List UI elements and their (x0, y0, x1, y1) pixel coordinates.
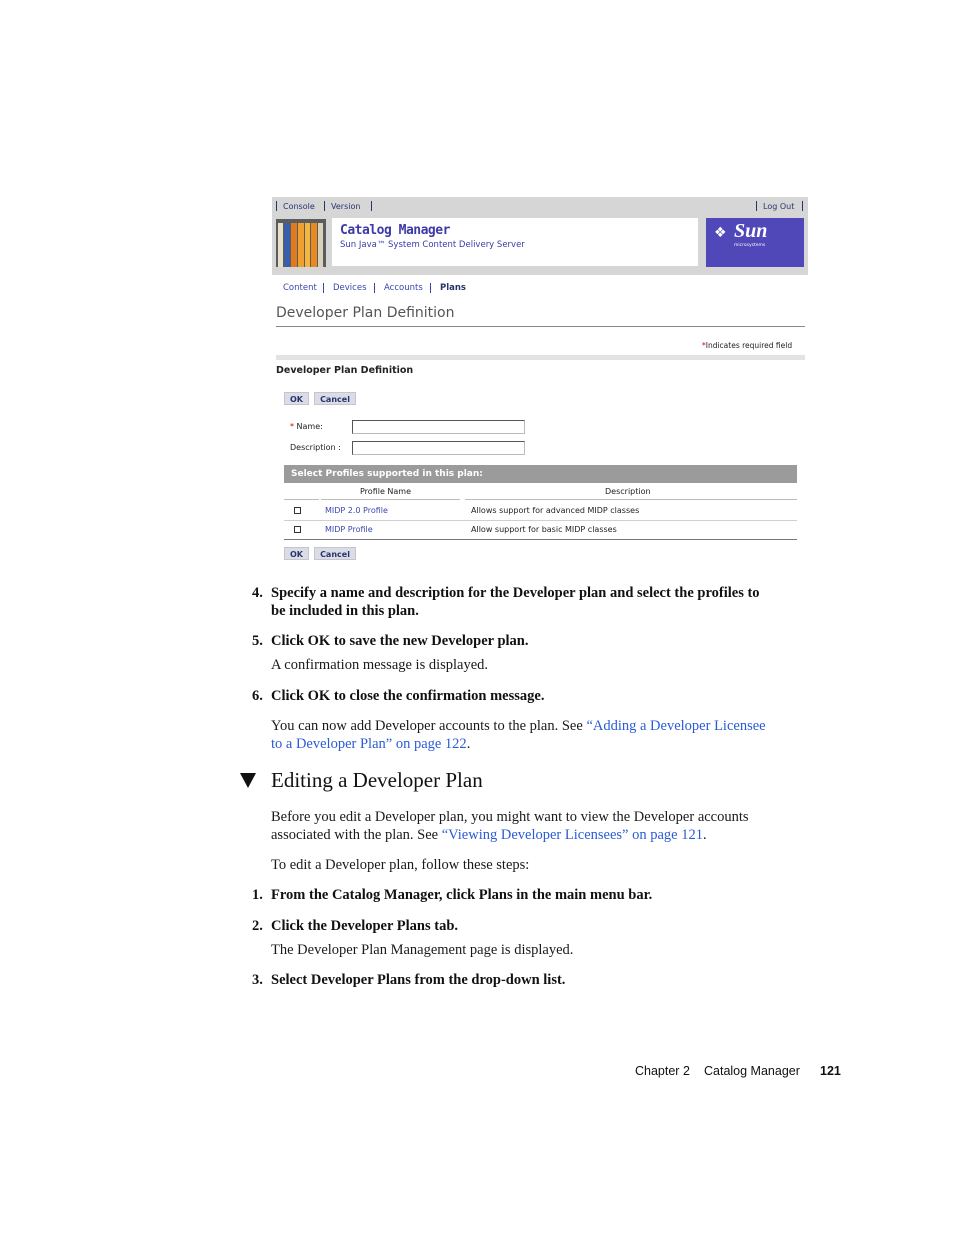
step-number: 2. (252, 918, 263, 934)
menu-content[interactable]: Content (283, 283, 317, 293)
app-title: Catalog Manager (340, 223, 450, 238)
logout-link[interactable]: Log Out (763, 202, 794, 211)
menu-separator (430, 283, 431, 293)
table-bottom-border (284, 539, 797, 540)
adding-licensee-link[interactable]: “Adding a Developer Licensee (586, 718, 765, 734)
name-label: * Name: (290, 422, 323, 431)
app-header: Catalog Manager Sun Java™ System Content… (272, 217, 808, 275)
top-separator (324, 201, 325, 211)
sun-wordmark: Sun (734, 220, 768, 242)
profile-description: Allow support for basic MIDP classes (471, 525, 617, 534)
profile-description: Allows support for advanced MIDP classes (471, 506, 640, 515)
top-separator (371, 201, 372, 211)
version-link[interactable]: Version (331, 202, 360, 211)
intro-paragraph: Before you edit a Developer plan, you mi… (271, 808, 749, 844)
menu-plans[interactable]: Plans (440, 283, 466, 293)
menu-devices[interactable]: Devices (333, 283, 367, 293)
step-text: Click OK to save the new Developer plan. (271, 633, 529, 649)
profile-checkbox[interactable] (294, 526, 301, 533)
title-divider (276, 326, 805, 327)
menu-accounts[interactable]: Accounts (384, 283, 423, 293)
description-field[interactable] (352, 441, 525, 455)
step-text: From the Catalog Manager, click Plans in… (271, 887, 653, 903)
step-5-result: A confirmation message is displayed. (271, 657, 489, 673)
paragraph-text: . (466, 736, 471, 752)
description-label: Description : (290, 443, 341, 452)
cancel-button[interactable]: Cancel (314, 392, 356, 405)
profiles-header-text: Select Profiles supported in this plan: (291, 469, 483, 479)
top-separator (276, 201, 277, 211)
paragraph-text: You can now add Developer accounts to th… (271, 718, 587, 734)
column-underline (321, 499, 460, 500)
step-text: Select Developer Plans from the drop-dow… (271, 972, 566, 988)
row-divider (284, 520, 797, 521)
menu-separator (374, 283, 375, 293)
step-number: 6. (252, 688, 263, 704)
section-divider (276, 355, 805, 360)
ok-button[interactable]: OK (284, 392, 309, 405)
profile-name[interactable]: MIDP Profile (325, 525, 373, 534)
paragraph-text: associated with the plan. See (271, 827, 442, 843)
edit-step-2-result: The Developer Plan Management page is di… (271, 942, 574, 958)
page-title: Developer Plan Definition (276, 305, 455, 321)
top-separator (756, 201, 757, 211)
top-separator (802, 201, 803, 211)
viewing-licensees-link[interactable]: “Viewing Developer Licensees” on page 12… (442, 827, 703, 843)
console-link[interactable]: Console (283, 202, 315, 211)
brand-panel: Catalog Manager Sun Java™ System Content… (332, 218, 698, 266)
footer-title: Catalog Manager (704, 1064, 800, 1078)
profile-checkbox[interactable] (294, 507, 301, 514)
column-underline (465, 499, 797, 500)
menu-separator (323, 283, 324, 293)
section-title: Developer Plan Definition (276, 365, 414, 376)
name-field[interactable] (352, 420, 525, 434)
sun-logo: ❖ Sun microsystems (706, 218, 804, 267)
footer-chapter: Chapter 2 (635, 1064, 690, 1078)
sun-tagline: microsystems (734, 243, 766, 248)
profile-name[interactable]: MIDP 2.0 Profile (325, 506, 388, 515)
required-field-note: *Indicates required field (702, 341, 793, 350)
intro-paragraph-2: To edit a Developer plan, follow these s… (271, 857, 530, 873)
cancel-button[interactable]: Cancel (314, 547, 356, 560)
step-text: Click OK to close the confirmation messa… (271, 688, 545, 704)
step-number: 3. (252, 972, 263, 988)
ok-button[interactable]: OK (284, 547, 309, 560)
paragraph-text: Before you edit a Developer plan, you mi… (271, 809, 749, 825)
step-text: Click the Developer Plans tab. (271, 918, 459, 934)
step-6-paragraph: You can now add Developer accounts to th… (271, 717, 766, 753)
step-number: 1. (252, 887, 263, 903)
step-text: be included in this plan. (271, 603, 419, 619)
profiles-table-header: Select Profiles supported in this plan: (284, 465, 797, 483)
app-subtitle: Sun Java™ System Content Delivery Server (340, 240, 525, 250)
step-text: Specify a name and description for the D… (271, 585, 760, 601)
section-heading: Editing a Developer Plan (271, 768, 483, 792)
sun-diamond-icon: ❖ (714, 225, 727, 241)
top-bar: Console Version Log Out (272, 197, 808, 217)
column-profile-name: Profile Name (360, 487, 412, 496)
adding-licensee-link[interactable]: to a Developer Plan” on page 122 (271, 736, 467, 752)
column-underline (284, 499, 319, 500)
books-image (276, 219, 326, 267)
step-number: 4. (252, 585, 263, 601)
page-number: 121 (820, 1064, 841, 1078)
step-number: 5. (252, 633, 263, 649)
column-description: Description (605, 487, 651, 496)
paragraph-text: . (702, 827, 707, 843)
catalog-manager-screenshot: Console Version Log Out Catalog Manager … (272, 197, 808, 570)
section-triangle-icon (240, 773, 256, 788)
